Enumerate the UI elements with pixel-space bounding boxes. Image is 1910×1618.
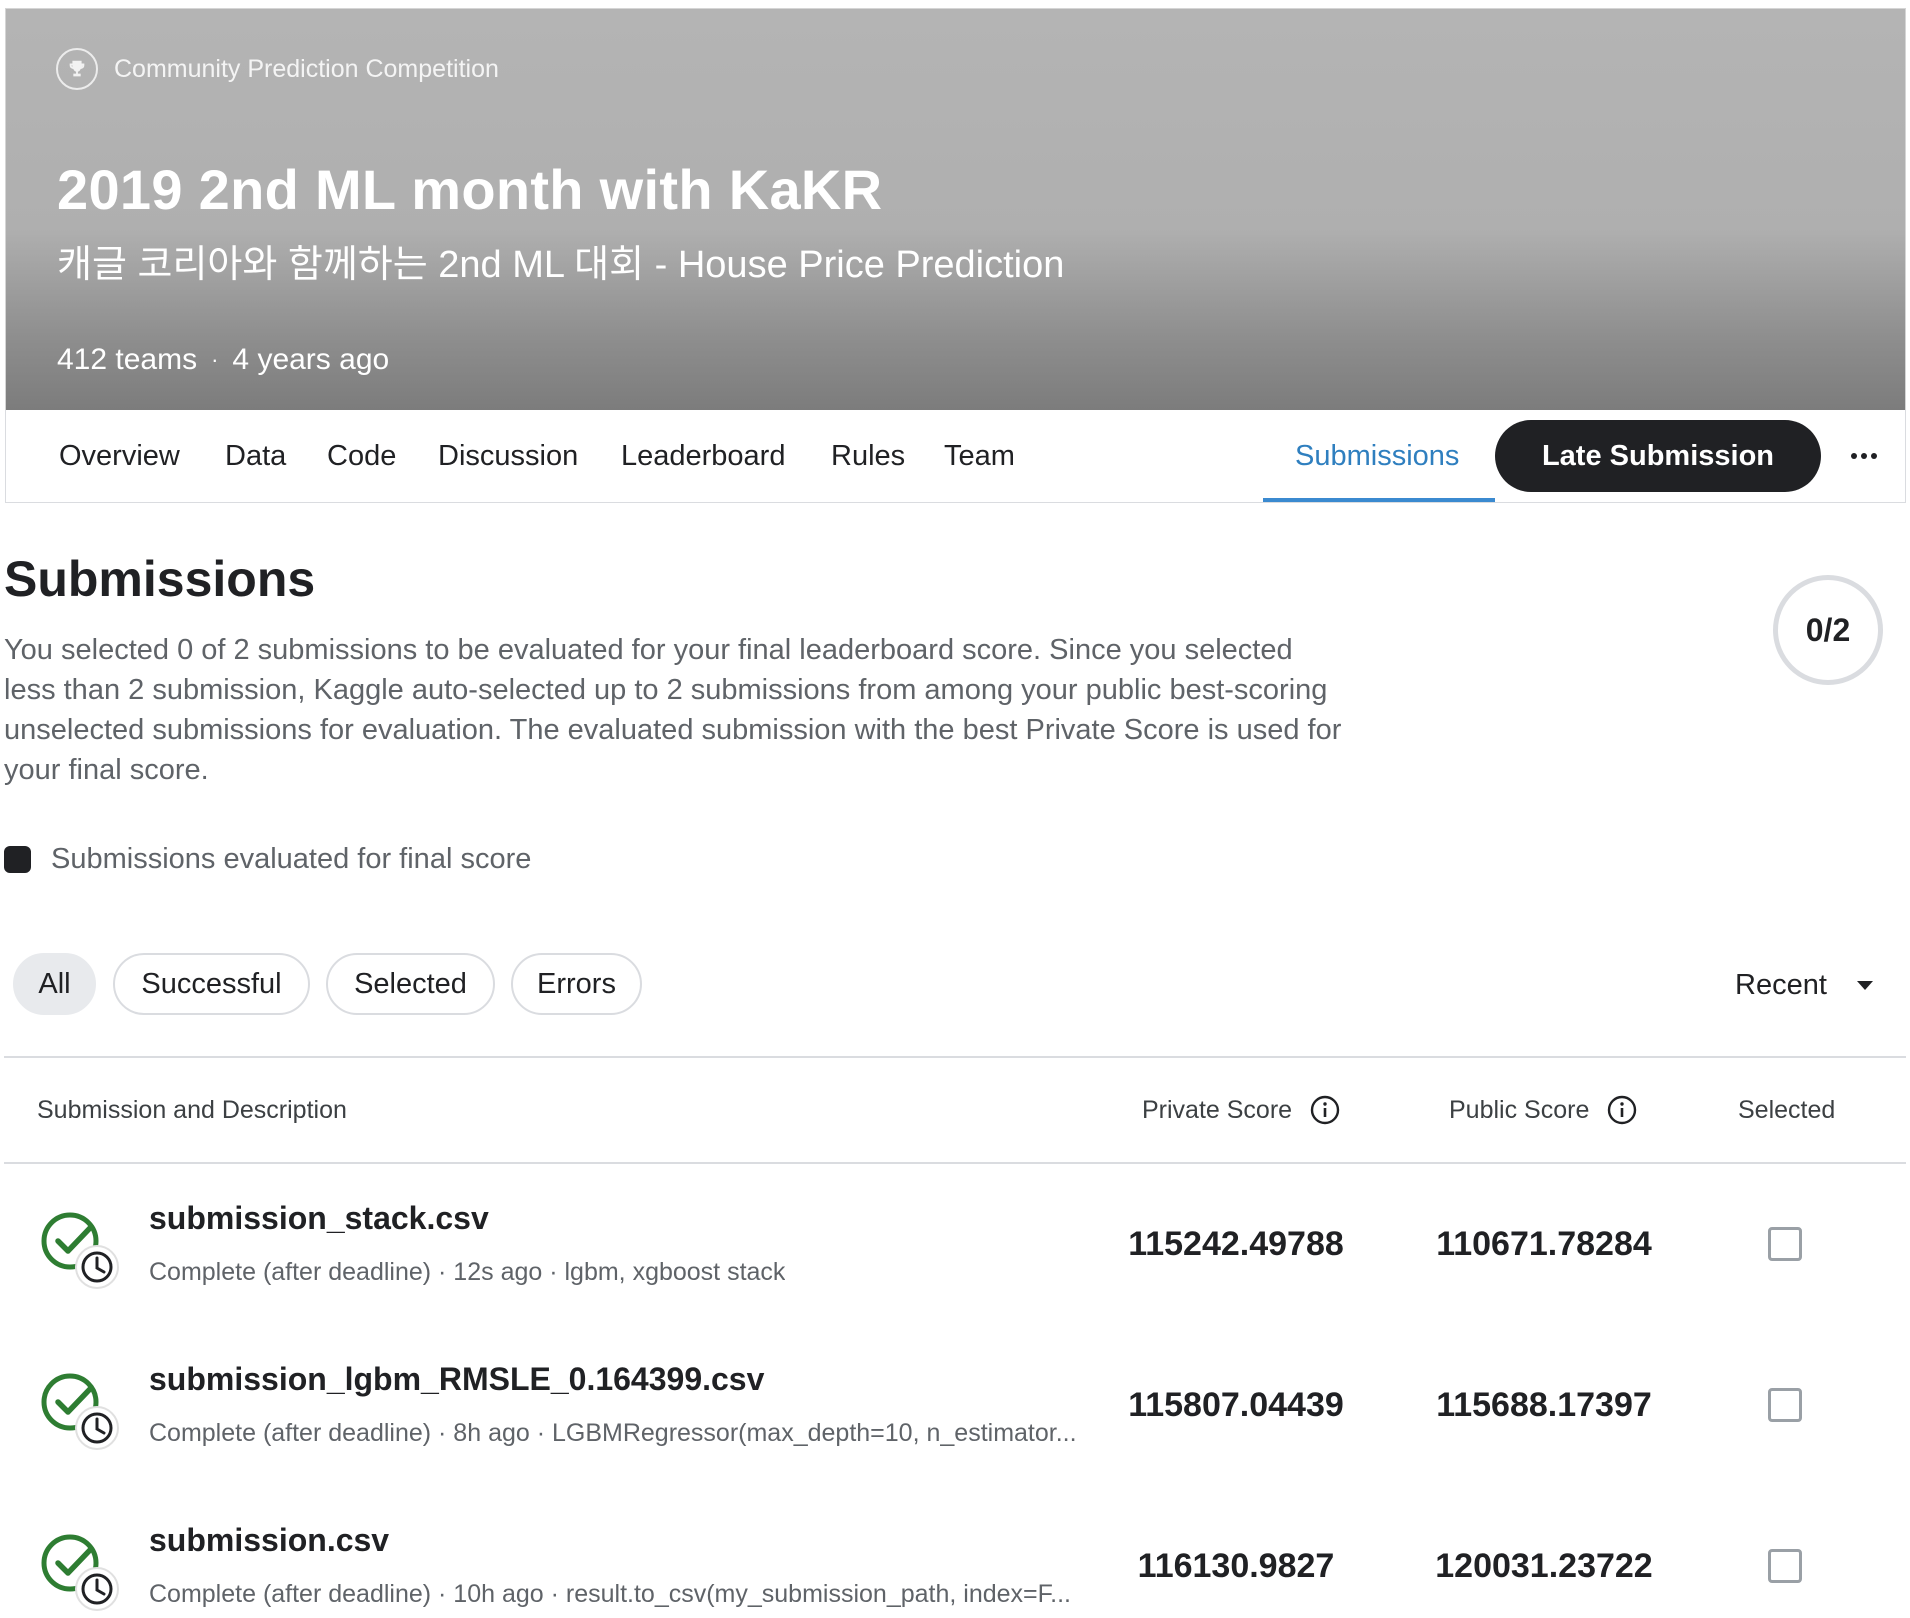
select-submission-checkbox[interactable] <box>1768 1227 1802 1261</box>
competition-meta: 412 teams · 4 years ago <box>57 343 389 377</box>
table-header-divider <box>4 1162 1906 1164</box>
legend-label: Submissions evaluated for final score <box>51 843 532 875</box>
submission-description: Complete (after deadline) · 12s ago · lg… <box>149 1258 786 1286</box>
final-score-legend: Submissions evaluated for final score <box>4 843 531 876</box>
trophy-icon <box>56 48 98 90</box>
public-score: 110671.78284 <box>1436 1225 1652 1263</box>
info-icon[interactable] <box>1310 1095 1340 1125</box>
sort-dropdown[interactable]: Recent <box>1735 963 1873 1007</box>
tab-submissions[interactable]: Submissions <box>1295 410 1459 502</box>
filter-chip-selected[interactable]: Selected <box>326 953 495 1015</box>
complete-after-deadline-icon <box>40 1530 122 1612</box>
submission-name[interactable]: submission_lgbm_RMSLE_0.164399.csv <box>149 1361 764 1398</box>
header-private-score: Private Score <box>1142 1090 1340 1130</box>
header-selected: Selected <box>1738 1095 1836 1124</box>
header-public-score-label: Public Score <box>1449 1095 1590 1124</box>
table-top-divider <box>4 1056 1906 1058</box>
submissions-description: You selected 0 of 2 submissions to be ev… <box>4 634 1342 786</box>
active-tab-indicator <box>1263 498 1495 502</box>
complete-after-deadline-icon <box>40 1208 122 1290</box>
competition-subtitle: 캐글 코리아와 함께하는 2nd ML 대회 - House Price Pre… <box>57 244 1065 286</box>
more-options-icon[interactable] <box>1842 434 1886 478</box>
sort-label: Recent <box>1735 968 1827 1001</box>
page: Community Prediction Competition 2019 2n… <box>0 0 1910 1618</box>
tab-team[interactable]: Team <box>944 410 1015 502</box>
header-submission: Submission and Description <box>37 1095 347 1124</box>
filter-chip-successful[interactable]: Successful <box>113 953 310 1015</box>
tab-overview[interactable]: Overview <box>59 410 180 502</box>
tab-leaderboard[interactable]: Leaderboard <box>621 410 785 502</box>
header-public-score: Public Score <box>1449 1090 1637 1130</box>
selection-counter: 0/2 <box>1773 575 1883 685</box>
private-score: 116130.9827 <box>1137 1547 1335 1585</box>
teams-count: 412 teams <box>57 343 198 376</box>
competition-age: 4 years ago <box>232 343 390 376</box>
filter-chip-errors[interactable]: Errors <box>511 953 642 1015</box>
late-submission-button[interactable]: Late Submission <box>1495 420 1821 492</box>
header-private-score-label: Private Score <box>1142 1095 1293 1124</box>
competition-header: Community Prediction Competition 2019 2n… <box>5 8 1906 410</box>
tab-discussion[interactable]: Discussion <box>438 410 578 502</box>
tab-code[interactable]: Code <box>327 410 396 502</box>
private-score: 115242.49788 <box>1128 1225 1344 1263</box>
competition-tabs: Overview Data Code Discussion Leaderboar… <box>5 410 1906 503</box>
competition-type-label: Community Prediction Competition <box>114 54 499 83</box>
submission-description: Complete (after deadline) · 10h ago · re… <box>149 1580 1071 1608</box>
select-submission-checkbox[interactable] <box>1768 1388 1802 1422</box>
submission-description: Complete (after deadline) · 8h ago · LGB… <box>149 1419 1077 1447</box>
private-score: 115807.04439 <box>1128 1386 1344 1424</box>
complete-after-deadline-icon <box>40 1369 122 1451</box>
competition-type: Community Prediction Competition <box>56 47 499 91</box>
submission-name[interactable]: submission.csv <box>149 1522 389 1559</box>
tab-rules[interactable]: Rules <box>831 410 905 502</box>
submission-name[interactable]: submission_stack.csv <box>149 1200 489 1237</box>
filter-chip-all[interactable]: All <box>13 953 96 1015</box>
caret-down-icon <box>1856 980 1873 990</box>
select-submission-checkbox[interactable] <box>1768 1549 1802 1583</box>
info-icon[interactable] <box>1607 1095 1637 1125</box>
competition-title: 2019 2nd ML month with KaKR <box>57 158 883 221</box>
page-title: Submissions <box>4 551 316 607</box>
legend-swatch <box>4 846 31 873</box>
meta-separator: · <box>211 347 219 372</box>
tab-data[interactable]: Data <box>225 410 286 502</box>
public-score: 115688.17397 <box>1436 1386 1652 1424</box>
public-score: 120031.23722 <box>1435 1547 1653 1585</box>
